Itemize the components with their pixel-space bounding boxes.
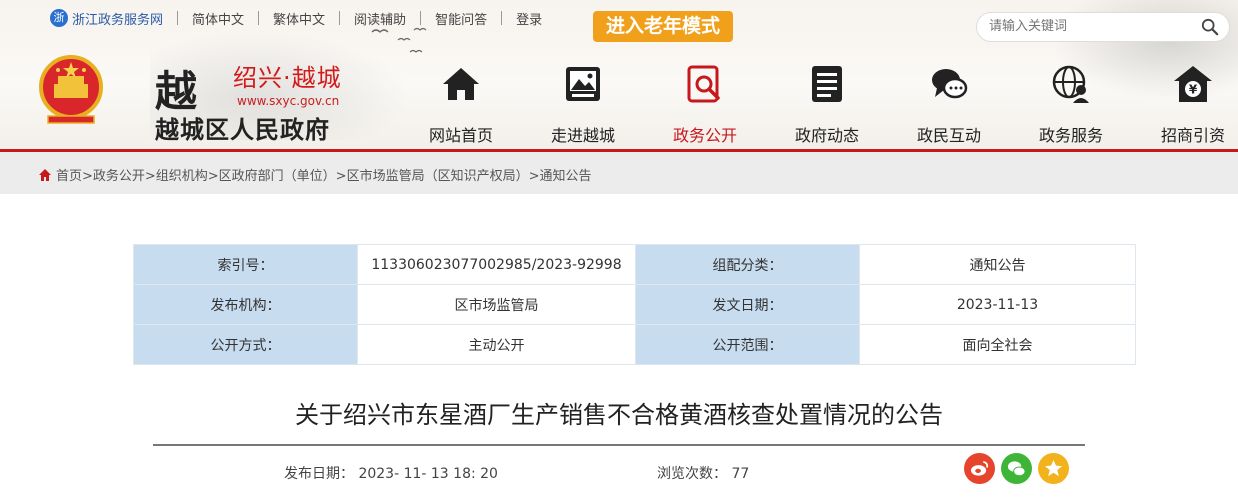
yen-house-icon: ¥ bbox=[1174, 66, 1212, 102]
top-links-bar: 浙 浙江政务服务网 简体中文 繁体中文 阅读辅助 智能问答 登录 bbox=[50, 8, 542, 28]
nav-gov-affairs-open[interactable]: 政务公开 bbox=[644, 60, 766, 152]
publish-date: 发布日期： 2023- 11- 13 18: 20 bbox=[284, 466, 498, 482]
org-label: 发布机构： bbox=[133, 284, 358, 325]
nav-about-yuecheng[interactable]: 走进越城 bbox=[522, 60, 644, 152]
share-buttons bbox=[964, 453, 1069, 484]
table-row: 索引号： 113306023077002985/2023-92998 组配分类：… bbox=[133, 244, 1136, 285]
divider bbox=[420, 11, 422, 25]
globe-user-icon bbox=[1052, 65, 1089, 103]
nav-label: 政务公开 bbox=[672, 126, 737, 145]
site-header: 浙 浙江政务服务网 简体中文 繁体中文 阅读辅助 智能问答 登录 进入老年模式 … bbox=[0, 0, 1238, 152]
elder-mode-button[interactable]: 进入老年模式 bbox=[593, 11, 733, 42]
breadcrumb-bar: 首页>政务公开>组织机构>区政府部门（单位）>区市场监管局（区知识产权局）>通知… bbox=[0, 152, 1238, 194]
index-value: 113306023077002985/2023-92998 bbox=[357, 244, 636, 285]
date-value: 2023-11-13 bbox=[859, 284, 1136, 325]
document-meta-table: 索引号： 113306023077002985/2023-92998 组配分类：… bbox=[133, 244, 1136, 365]
nav-label: 政务服务 bbox=[1038, 126, 1103, 145]
government-name: 越城区人民政府 bbox=[155, 116, 330, 144]
picture-icon bbox=[566, 67, 600, 101]
search-input[interactable] bbox=[989, 19, 1189, 34]
star-icon bbox=[1044, 459, 1063, 477]
news-icon bbox=[812, 66, 842, 102]
date-label: 发文日期： bbox=[635, 284, 860, 325]
nav-gov-services[interactable]: 政务服务 bbox=[1010, 60, 1132, 152]
traditional-chinese-link[interactable]: 繁体中文 bbox=[273, 9, 325, 28]
category-value: 通知公告 bbox=[859, 244, 1136, 285]
zhejiang-portal-label: 浙江政务服务网 bbox=[72, 12, 164, 28]
zhejiang-portal-link[interactable]: 浙 浙江政务服务网 bbox=[50, 9, 163, 28]
national-emblem-icon bbox=[39, 55, 103, 124]
home-icon bbox=[443, 68, 479, 100]
wechat-icon bbox=[1007, 461, 1026, 477]
table-row: 公开方式： 主动公开 公开范围： 面向全社会 bbox=[133, 324, 1136, 365]
nav-interaction[interactable]: 政民互动 bbox=[888, 60, 1010, 152]
view-count: 浏览次数： 77 bbox=[657, 466, 750, 482]
search-icon[interactable] bbox=[1201, 18, 1219, 36]
category-label: 组配分类： bbox=[635, 244, 860, 285]
mode-label: 公开方式： bbox=[133, 324, 358, 365]
nav-label: 政府动态 bbox=[794, 126, 859, 145]
main-nav: 网站首页 走进越城 政务公开 政府动态 政民互动 政务服务 ¥ 招商引资 bbox=[400, 60, 1238, 152]
divider bbox=[177, 11, 179, 25]
nav-label: 走进越城 bbox=[550, 126, 615, 145]
divider bbox=[501, 11, 503, 25]
home-icon[interactable] bbox=[38, 168, 52, 182]
title-divider bbox=[153, 444, 1085, 446]
mode-value: 主动公开 bbox=[357, 324, 636, 365]
index-label: 索引号： bbox=[133, 244, 358, 285]
nav-gov-news[interactable]: 政府动态 bbox=[766, 60, 888, 152]
divider bbox=[339, 11, 341, 25]
scope-value: 面向全社会 bbox=[859, 324, 1136, 365]
chat-icon bbox=[932, 69, 968, 99]
nav-label: 政民互动 bbox=[916, 126, 981, 145]
article-title: 关于绍兴市东星酒厂生产销售不合格黄酒核查处置情况的公告 bbox=[295, 401, 943, 429]
breadcrumb-path[interactable]: 首页>政务公开>组织机构>区政府部门（单位）>区市场监管局（区知识产权局）>通知… bbox=[56, 165, 591, 184]
nav-investment[interactable]: ¥ 招商引资 bbox=[1132, 60, 1238, 152]
nav-home[interactable]: 网站首页 bbox=[400, 60, 522, 152]
site-logo[interactable]: 越 绍兴·越城 www.sxyc.gov.cn 越城区人民政府 bbox=[155, 58, 375, 144]
favorite-button[interactable] bbox=[1038, 453, 1069, 484]
weibo-share-button[interactable] bbox=[964, 453, 995, 484]
flying-birds-decoration bbox=[371, 27, 427, 53]
search-box bbox=[976, 12, 1230, 42]
nav-label: 网站首页 bbox=[428, 126, 493, 145]
table-row: 发布机构： 区市场监管局 发文日期： 2023-11-13 bbox=[133, 284, 1136, 325]
weibo-icon bbox=[970, 461, 989, 476]
document-search-icon bbox=[687, 65, 720, 103]
nav-label: 招商引资 bbox=[1160, 126, 1225, 145]
breadcrumb: 首页>政务公开>组织机构>区政府部门（单位）>区市场监管局（区知识产权局）>通知… bbox=[38, 165, 591, 184]
city-name: 绍兴·越城 bbox=[233, 64, 342, 92]
simplified-chinese-link[interactable]: 简体中文 bbox=[192, 9, 244, 28]
org-value: 区市场监管局 bbox=[357, 284, 636, 325]
login-link[interactable]: 登录 bbox=[516, 9, 542, 28]
scope-label: 公开范围： bbox=[635, 324, 860, 365]
svg-text:¥: ¥ bbox=[1189, 83, 1198, 97]
site-url: www.sxyc.gov.cn bbox=[237, 94, 340, 108]
wechat-share-button[interactable] bbox=[1001, 453, 1032, 484]
divider bbox=[258, 11, 260, 25]
zhejiang-portal-icon: 浙 bbox=[50, 9, 68, 27]
